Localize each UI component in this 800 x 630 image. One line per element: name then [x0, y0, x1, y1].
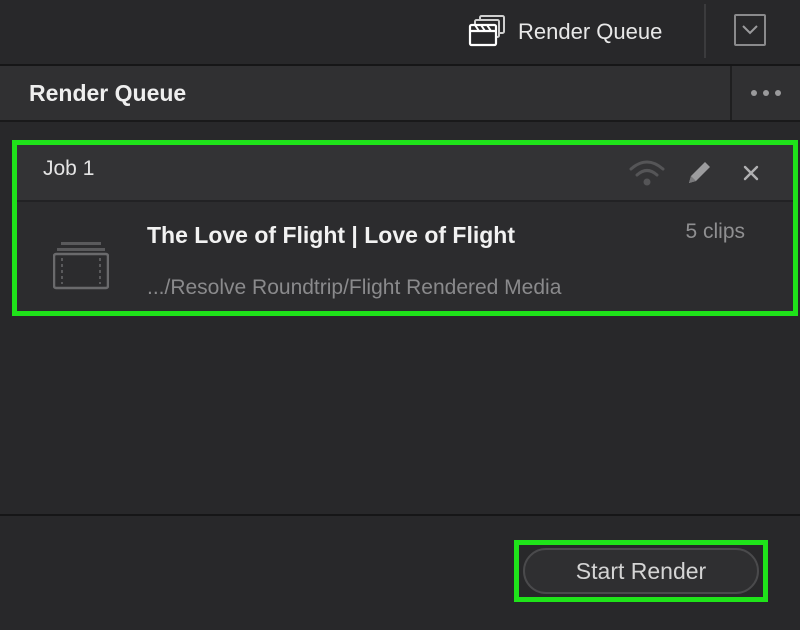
ellipsis-icon [751, 90, 757, 96]
ellipsis-icon [763, 90, 769, 96]
edit-job-button[interactable] [679, 155, 719, 191]
start-render-button[interactable]: Start Render [523, 548, 759, 594]
panel-header: Render Queue [0, 66, 800, 122]
pencil-icon [689, 162, 710, 183]
remote-render-button[interactable] [627, 155, 667, 191]
remote-render-icon [629, 160, 665, 186]
start-render-highlight: Start Render [514, 540, 768, 602]
panel-header-divider [730, 66, 732, 120]
job-body: The Love of Flight | Love of Flight .../… [17, 202, 793, 310]
clapperboard-stack-icon [468, 15, 505, 47]
render-queue-toggle-label: Render Queue [518, 19, 663, 44]
render-queue-toggle[interactable]: Render Queue [468, 12, 662, 52]
panel-title: Render Queue [29, 80, 187, 106]
job-output-path: .../Resolve Roundtrip/Flight Rendered Me… [147, 276, 562, 299]
ellipsis-icon [775, 90, 781, 96]
panel-footer: Start Render [0, 514, 800, 630]
job-clip-count: 5 clips [685, 220, 745, 243]
clip-stack-icon [53, 242, 109, 290]
chevron-down-icon [742, 25, 758, 35]
remove-job-button[interactable] [731, 155, 771, 191]
job-actions [615, 155, 771, 191]
more-options-button[interactable] [742, 80, 790, 106]
toolbar-dropdown-button[interactable] [734, 14, 766, 46]
job-card[interactable]: Job 1 The Love of Flight | Love of Fligh… [12, 140, 798, 316]
render-queue-window: Render Queue Render Queue Job 1 The Love… [0, 0, 800, 630]
job-title: Job 1 [43, 157, 95, 180]
toolbar-divider [704, 4, 706, 58]
close-icon [743, 165, 759, 181]
job-name: The Love of Flight | Love of Flight [147, 222, 516, 248]
job-header: Job 1 [17, 145, 793, 202]
top-toolbar: Render Queue [0, 0, 800, 66]
